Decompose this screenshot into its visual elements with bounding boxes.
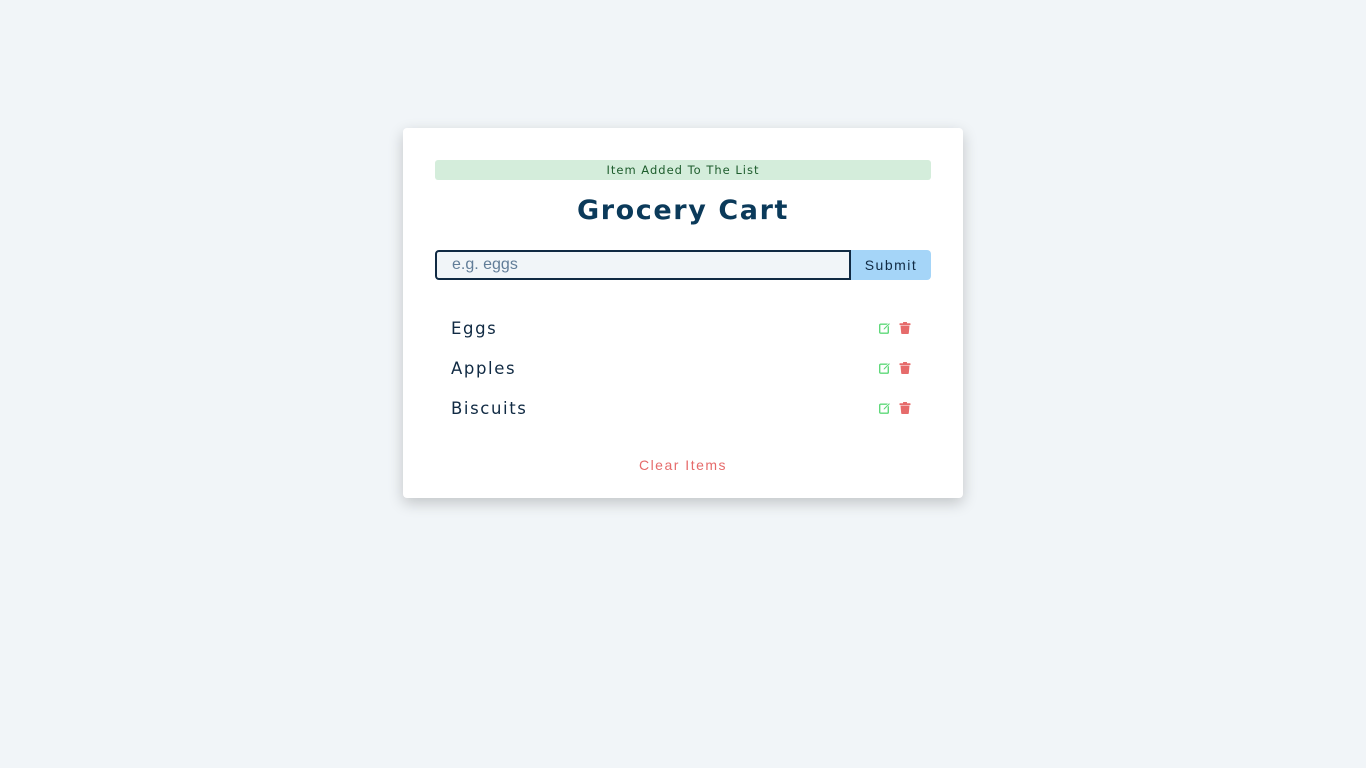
page-title: Grocery Cart: [576, 195, 790, 226]
trash-icon[interactable]: [899, 362, 911, 374]
grocery-form: Submit: [435, 250, 931, 280]
grocery-card: Item Added To The List Grocery Cart Subm…: [403, 128, 963, 498]
trash-icon[interactable]: [899, 322, 911, 334]
edit-icon[interactable]: [879, 322, 891, 334]
item-actions: [879, 362, 911, 374]
submit-button[interactable]: Submit: [851, 250, 931, 280]
grocery-list: Eggs Apples Biscuits: [435, 308, 931, 428]
item-actions: [879, 322, 911, 334]
clear-items-button[interactable]: Clear Items: [633, 456, 733, 474]
list-item: Biscuits: [435, 388, 931, 428]
item-name: Apples: [451, 358, 517, 378]
edit-icon[interactable]: [879, 402, 891, 414]
list-item: Apples: [435, 348, 931, 388]
trash-icon[interactable]: [899, 402, 911, 414]
list-item: Eggs: [435, 308, 931, 348]
item-name: Biscuits: [451, 398, 528, 418]
success-alert: Item Added To The List: [435, 160, 931, 180]
item-actions: [879, 402, 911, 414]
edit-icon[interactable]: [879, 362, 891, 374]
item-name: Eggs: [451, 318, 498, 338]
grocery-input[interactable]: [435, 250, 851, 280]
